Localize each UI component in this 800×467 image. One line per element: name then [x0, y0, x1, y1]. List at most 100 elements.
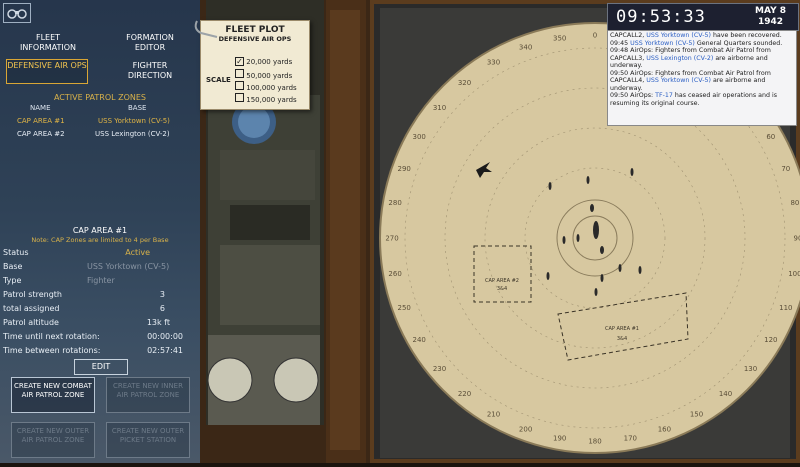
zone-name: CAP AREA #1 — [17, 117, 65, 125]
scale-option-label: 150,000 yards — [246, 96, 297, 104]
cap-area-1-label: CAP AREA #1 — [605, 326, 639, 332]
bearing-label: 350 — [553, 35, 566, 43]
cap-area-2-label: CAP AREA #2 — [485, 278, 519, 284]
tab-formation-editor[interactable]: FORMATION EDITOR — [110, 33, 190, 53]
scale-option-label: 20,000 yards — [246, 58, 293, 66]
bearing-label: 210 — [487, 410, 500, 418]
next-rotation-label: Time until next rotation: — [3, 332, 100, 341]
log-text: have been recovered. — [710, 32, 782, 39]
scale-option-label: 50,000 yards — [246, 72, 293, 80]
next-rotation-row: Time until next rotation: 00:00:00 — [3, 332, 195, 341]
log-ship: TF-17 — [655, 92, 673, 99]
fleet-plot-card: FLEET PLOT DEFENSIVE AIR OPS SCALE ✓ 20,… — [194, 20, 310, 110]
bearing-label: 170 — [624, 434, 637, 442]
log-text: 09:50 AirOps: — [610, 92, 656, 99]
side-panel: FLEET INFORMATION FORMATION EDITOR DEFEN… — [0, 0, 200, 463]
type-label: Type — [3, 276, 22, 285]
checkbox-icon[interactable] — [235, 93, 244, 102]
create-inner-zone-button[interactable]: CREATE NEW INNER AIR PATROL ZONE — [106, 377, 190, 413]
bearing-label: 140 — [719, 390, 732, 398]
paperclip-icon — [194, 20, 218, 38]
bearing-label: 180 — [588, 438, 601, 446]
assigned-value: 6 — [159, 304, 165, 313]
cap-area-2-alt: 3&4 — [497, 286, 507, 292]
bearing-label: 160 — [658, 425, 671, 433]
bearing-label: 220 — [458, 390, 471, 398]
bearing-label: 120 — [764, 336, 777, 344]
assigned-row: total assigned 6 — [3, 304, 195, 313]
zone-base: USS Yorktown (CV-5) — [98, 117, 170, 125]
bearing-label: 190 — [553, 434, 566, 442]
bearing-label: 200 — [519, 425, 532, 433]
between-rotations-row: Time between rotations: 02:57:41 — [3, 346, 195, 355]
strength-row: Patrol strength 3 — [3, 290, 195, 299]
next-rotation-value: 00:00:00 — [147, 332, 183, 341]
clock-date: MAY 8 1942 — [755, 6, 786, 28]
bearing-label: 90 — [794, 235, 800, 243]
log-entry: 09:48 AirOps: Fighters from Combat Air P… — [610, 47, 794, 70]
base-value[interactable]: USS Yorktown (CV-5) — [87, 262, 169, 271]
mission-clock: 09:53:33 MAY 8 1942 — [607, 3, 799, 31]
clock-year: 1942 — [757, 17, 784, 27]
create-picket-station-button[interactable]: CREATE NEW OUTER PICKET STATION — [106, 422, 190, 458]
col-name-header: NAME — [30, 104, 51, 112]
tab-fighter-direction[interactable]: FIGHTER DIRECTION — [110, 61, 190, 81]
create-cap-zone-button[interactable]: CREATE NEW COMBAT AIR PATROL ZONE — [11, 377, 95, 413]
log-text: General Quarters sounded. — [694, 39, 783, 47]
checkbox-icon[interactable] — [235, 81, 244, 90]
strength-label: Patrol strength — [3, 290, 62, 299]
strength-value[interactable]: 3 — [160, 290, 165, 299]
col-base-header: BASE — [128, 104, 147, 112]
base-row: Base USS Yorktown (CV-5) — [3, 262, 195, 271]
bearing-label: 100 — [788, 270, 800, 278]
status-label: Status — [3, 248, 29, 257]
type-value[interactable]: Fighter — [87, 276, 115, 285]
tab-defensive-air-ops[interactable]: DEFENSIVE AIR OPS — [6, 59, 88, 84]
binoculars-icon[interactable] — [3, 3, 31, 23]
scale-option[interactable]: ✓ 20,000 yards — [235, 57, 297, 69]
status-value: Active — [125, 248, 150, 257]
scale-option-label: 100,000 yards — [246, 84, 297, 92]
bearing-label: 310 — [433, 104, 446, 112]
bearing-label: 300 — [413, 133, 426, 141]
edit-button[interactable]: EDIT — [74, 359, 128, 375]
clock-day: MAY 8 — [755, 6, 786, 16]
log-text: CAPCALL2, — [610, 32, 647, 39]
bearing-label: 0 — [593, 32, 597, 40]
bearing-label: 80 — [790, 199, 799, 207]
tab-fleet-information[interactable]: FLEET INFORMATION — [8, 33, 88, 53]
create-outer-zone-button[interactable]: CREATE NEW OUTER AIR PATROL ZONE — [11, 422, 95, 458]
altitude-value[interactable]: 13k ft — [147, 318, 170, 327]
clock-time: 09:53:33 — [616, 7, 706, 27]
bearing-label: 260 — [388, 270, 401, 278]
altitude-label: Patrol altitude — [3, 318, 59, 327]
status-row: Status Active — [3, 248, 195, 257]
patrol-zones-title: ACTIVE PATROL ZONES — [53, 93, 147, 102]
bearing-label: 150 — [690, 410, 703, 418]
log-text: 09:45 — [610, 39, 631, 47]
scale-options: ✓ 20,000 yards 50,000 yards 100,000 yard… — [235, 57, 297, 105]
detail-title: CAP AREA #1 — [72, 226, 128, 235]
scale-option[interactable]: 50,000 yards — [235, 69, 297, 81]
bearing-label: 340 — [519, 44, 532, 52]
bearing-label: 240 — [413, 336, 426, 344]
bearing-label: 280 — [388, 199, 401, 207]
zone-base: USS Lexington (CV-2) — [95, 130, 170, 138]
bearing-label: 330 — [487, 59, 500, 67]
bearing-label: 290 — [398, 165, 411, 173]
checkbox-checked-icon[interactable]: ✓ — [235, 57, 244, 66]
log-entry: 09:50 AirOps: TF-17 has ceased air opera… — [610, 92, 794, 107]
scale-label: SCALE — [206, 76, 231, 84]
bearing-label: 60 — [766, 133, 775, 141]
scale-option[interactable]: 100,000 yards — [235, 81, 297, 93]
zone-limit-note: Note: CAP Zones are limited to 4 per Bas… — [31, 236, 169, 244]
bearing-label: 270 — [385, 235, 398, 243]
event-log[interactable]: CAPCALL2, USS Yorktown (CV-5) have been … — [607, 30, 797, 126]
log-entry: CAPCALL2, USS Yorktown (CV-5) have been … — [610, 32, 794, 40]
log-ship: USS Yorktown (CV-5) — [646, 77, 711, 84]
scale-option[interactable]: 150,000 yards — [235, 93, 297, 105]
bearing-label: 230 — [433, 365, 446, 373]
log-ship: USS Lexington (CV-2) — [646, 54, 714, 62]
checkbox-icon[interactable] — [235, 69, 244, 78]
base-label: Base — [3, 262, 23, 271]
